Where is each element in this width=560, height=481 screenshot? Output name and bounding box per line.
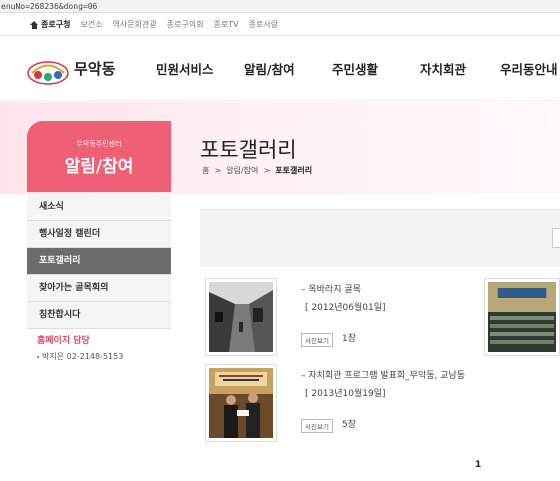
nav-notice[interactable]: 알림/참여 [244, 59, 332, 78]
breadcrumb-notice[interactable]: 알림/참여 [226, 166, 258, 175]
search-input[interactable] [552, 228, 560, 248]
utility-link-council[interactable]: 종로구의회 [167, 19, 204, 30]
main-nav: 민원서비스 알림/참여 주민생활 자치회관 우리동안내 [156, 59, 558, 78]
photo-view-badge[interactable]: 사진보기 [301, 419, 333, 433]
photo-count: 1장 [342, 334, 357, 344]
group-photo [488, 282, 556, 352]
sidebar-title-box: 무악동주민센터 알림/참여 [27, 121, 171, 192]
gallery-item-title[interactable]: – 옥바라지 골목 [301, 282, 361, 295]
utility-home-label: 종로구청 [41, 20, 71, 29]
contact-phone: 박지은 02-2148-5153 [37, 351, 171, 362]
breadcrumb-separator: > [214, 166, 222, 175]
utility-link-love[interactable]: 종로사랑 [249, 19, 278, 30]
breadcrumb-home[interactable]: 홈 [202, 166, 209, 175]
contact-label: 홈페이지 담당 [37, 336, 90, 346]
award-ceremony-photo [209, 368, 273, 438]
utility-nav: 종로구청 보건소 역사문화관광 종로구의회 종로TV 종로사랑 [0, 14, 560, 36]
gallery-item-date: [ 2013년10월19일] [305, 389, 386, 399]
homepage-contact: 홈페이지 담당 박지은 02-2148-5153 [37, 333, 171, 362]
photo-count: 5장 [342, 420, 357, 430]
alley-photo [209, 282, 273, 352]
utility-link-tv[interactable]: 종로TV [214, 19, 239, 30]
dong-name[interactable]: 무악동 [74, 58, 115, 79]
gallery-item-title[interactable]: – 자치회관 프로그램 발표회_무악동, 교남동 [301, 368, 465, 381]
photo-view-badge[interactable]: 사진보기 [301, 333, 333, 347]
contact-phone-text: 박지은 02-2148-5153 [42, 352, 124, 361]
gallery-item[interactable]: – 옥바라지 골목 [ 2012년06월01일] 사진보기 1장 [205, 278, 465, 362]
jongno-logo-icon [27, 61, 69, 85]
gallery-item-date: [ 2012년06월01일] [305, 303, 386, 313]
jongno-logo[interactable] [24, 53, 72, 87]
pagination-current[interactable]: 1 [475, 460, 481, 470]
home-icon [30, 20, 38, 29]
sidebar-item-calendar[interactable]: 행사일정 캘린더 [27, 221, 171, 248]
gallery-thumbnail[interactable] [205, 278, 277, 356]
nav-self-government[interactable]: 자치회관 [420, 59, 500, 78]
utility-home-link[interactable]: 종로구청 [30, 19, 70, 30]
search-panel [200, 209, 560, 267]
sidebar-item-praise[interactable]: 칭찬합시다 [27, 302, 171, 329]
gallery-item[interactable]: – 자치회관 프로그램 발표회_무악동, 교남동 [ 2013년10월19일] … [205, 364, 465, 448]
sidebar-item-alley-meeting[interactable]: 찾아가는 골목회의 [27, 275, 171, 302]
nav-about-dong[interactable]: 우리동안내 [500, 59, 558, 78]
page-title: 포토갤러리 [200, 138, 297, 162]
site-header: 무악동 민원서비스 알림/참여 주민생활 자치회관 우리동안내 [0, 37, 560, 101]
address-bar-text[interactable]: enuNo=268236&dong=06 [0, 0, 560, 13]
gallery-thumbnail[interactable] [484, 278, 560, 356]
gallery-item[interactable] [484, 278, 560, 362]
sidebar-menu: 새소식 행사일정 캘린더 포토갤러리 찾아가는 골목회의 칭찬합시다 [27, 194, 171, 329]
breadcrumb-separator: > [263, 166, 271, 175]
sidebar-title: 알림/참여 [64, 157, 134, 177]
breadcrumb-current: 포토갤러리 [275, 166, 313, 175]
sidebar-subtitle: 무악동주민센터 [76, 140, 122, 148]
nav-community-life[interactable]: 주민생활 [332, 59, 420, 78]
sidebar-item-photo-gallery[interactable]: 포토갤러리 [27, 248, 171, 275]
breadcrumb: 홈 > 알림/참여 > 포토갤러리 [202, 165, 312, 176]
nav-civil-service[interactable]: 민원서비스 [156, 59, 244, 78]
utility-link-health-center[interactable]: 보건소 [80, 19, 102, 30]
gallery-thumbnail[interactable] [205, 364, 277, 442]
utility-link-culture[interactable]: 역사문화관광 [113, 19, 157, 30]
bullet-icon [37, 355, 39, 358]
sidebar-item-news[interactable]: 새소식 [27, 194, 171, 221]
